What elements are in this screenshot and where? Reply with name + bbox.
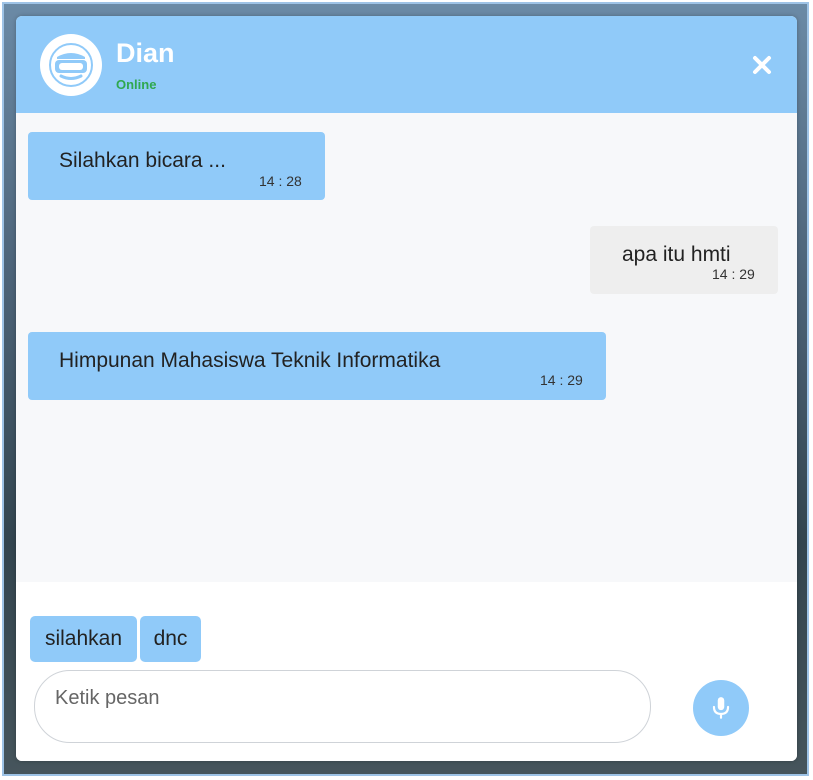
message-text: Silahkan bicara ... (59, 149, 226, 172)
message-bubble-incoming: Himpunan Mahasiswa Teknik Informatika 14… (28, 332, 606, 400)
chat-header: Dian Online (16, 16, 797, 113)
close-icon (753, 56, 771, 74)
mic-button[interactable] (693, 680, 749, 736)
message-list[interactable]: Silahkan bicara ... 14 : 28 apa itu hmti… (16, 113, 797, 582)
quick-reply-dnc[interactable]: dnc (140, 616, 201, 662)
message-text: apa itu hmti (622, 243, 731, 266)
chat-window: Dian Online Silahkan bicara ... 14 : 28 … (16, 16, 797, 761)
contact-status: Online (116, 77, 157, 92)
message-bubble-incoming: Silahkan bicara ... 14 : 28 (28, 132, 325, 200)
microphone-icon (712, 697, 730, 719)
message-time: 14 : 28 (259, 173, 302, 189)
message-text: Himpunan Mahasiswa Teknik Informatika (59, 349, 441, 372)
message-bubble-outgoing: apa itu hmti 14 : 29 (590, 226, 778, 294)
message-time: 14 : 29 (712, 266, 755, 282)
message-time: 14 : 29 (540, 372, 583, 388)
message-input-box[interactable] (34, 670, 651, 743)
close-button[interactable] (749, 52, 775, 78)
quick-reply-silahkan[interactable]: silahkan (30, 616, 137, 662)
message-input[interactable] (55, 683, 625, 713)
vr-headset-icon (49, 43, 93, 87)
composer-area: silahkan dnc (16, 582, 797, 761)
contact-name: Dian (116, 38, 175, 68)
avatar (40, 34, 102, 96)
